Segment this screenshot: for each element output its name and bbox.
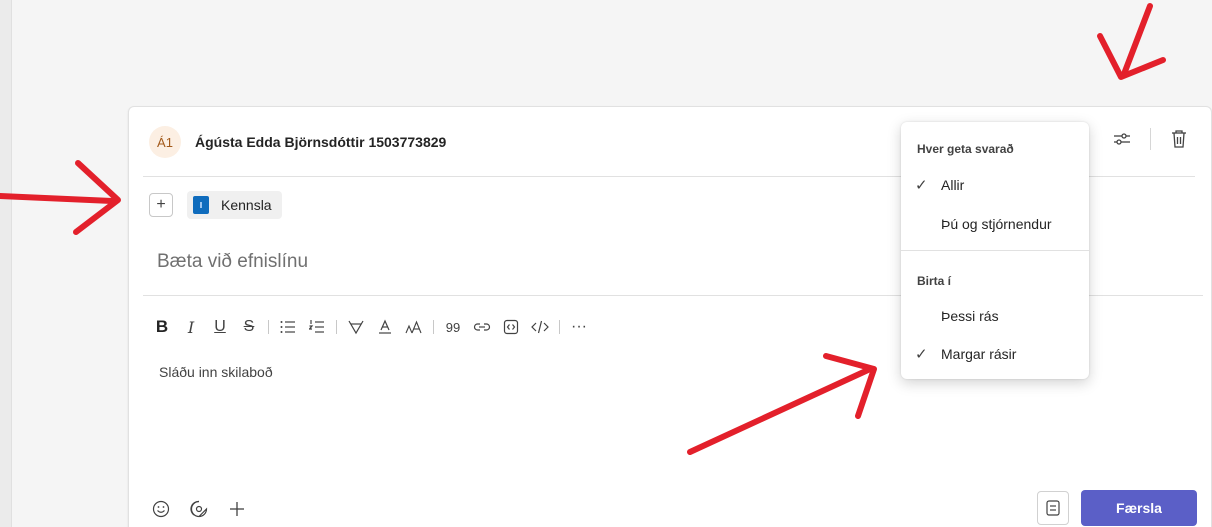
post-option-label: Margar rásir [941,346,1017,362]
arrow-left-shaft [0,193,115,204]
bottom-actions [149,497,263,521]
strikethrough-label: S [243,318,255,335]
link-icon[interactable] [469,315,495,339]
message-input[interactable]: Sláðu inn skilaboð [159,364,273,380]
channel-tag-row: + Kennsla [149,191,282,219]
trash-icon[interactable] [1167,127,1191,151]
bullet-list-icon[interactable] [275,315,301,339]
toolbar-separator [268,320,269,334]
format-icon[interactable] [1037,491,1069,525]
add-channel-button[interactable]: + [149,193,173,217]
post-option-label: Þessi rás [941,308,999,324]
post-option-multiple-channels[interactable]: ✓ Margar rásir [901,338,1089,370]
avatar[interactable]: Á1 [149,126,181,158]
code-snippet-icon[interactable] [498,315,524,339]
reply-option-everyone[interactable]: ✓ Allir [901,169,1089,201]
add-icon[interactable] [225,497,249,521]
toolbar-separator [559,320,560,334]
quote-button[interactable]: 99 [440,315,466,339]
arrow-top-head [1097,33,1166,80]
underline-label: U [214,318,226,335]
left-rail [0,0,12,527]
check-icon: ✓ [915,346,928,363]
arrow-top-shaft [1121,3,1153,77]
author-name: Ágústa Edda Björnsdóttir 1503773829 [195,134,447,150]
emoji-icon[interactable] [149,497,173,521]
arrow-left-head [73,160,121,235]
popup-divider [901,250,1089,251]
highlight-icon[interactable] [343,315,369,339]
post-in-heading: Birta í [917,274,952,288]
post-option-this-channel[interactable]: Þessi rás [901,300,1089,332]
header-actions [1110,127,1191,151]
format-toolbar: B I U S 99 ··· [149,315,595,339]
post-button[interactable]: Færsla [1081,490,1197,526]
reply-heading: Hver geta svarað [917,142,1014,156]
channel-chip[interactable]: Kennsla [187,191,282,219]
reply-option-label: Allir [941,177,965,193]
post-header: Á1 Ágústa Edda Björnsdóttir 1503773829 [149,125,446,159]
channel-icon [193,196,209,214]
underline-button[interactable]: U [207,315,233,339]
header-separator [1150,128,1151,150]
more-options-button[interactable]: ··· [566,315,592,339]
reply-option-label: Þú og stjórnendur [941,216,1052,232]
reply-settings-popup: Hver geta svarað ✓ Allir Þú og stjórnend… [901,122,1089,379]
code-icon[interactable] [527,315,553,339]
subject-input[interactable]: Bæta við efnislínu [157,251,308,273]
toolbar-separator [433,320,434,334]
check-icon: ✓ [915,177,928,194]
reply-option-you-and-moderators[interactable]: Þú og stjórnendur [901,208,1089,240]
channel-chip-label: Kennsla [221,197,272,213]
strikethrough-button[interactable]: S [236,315,262,339]
italic-button[interactable]: I [178,315,204,339]
toolbar-separator [336,320,337,334]
settings-sliders-icon[interactable] [1110,127,1134,151]
font-size-icon[interactable] [401,315,427,339]
numbered-list-icon[interactable] [304,315,330,339]
bold-button[interactable]: B [149,315,175,339]
sticker-icon[interactable] [187,497,211,521]
send-area: Færsla [1037,490,1197,526]
font-color-icon[interactable] [372,315,398,339]
